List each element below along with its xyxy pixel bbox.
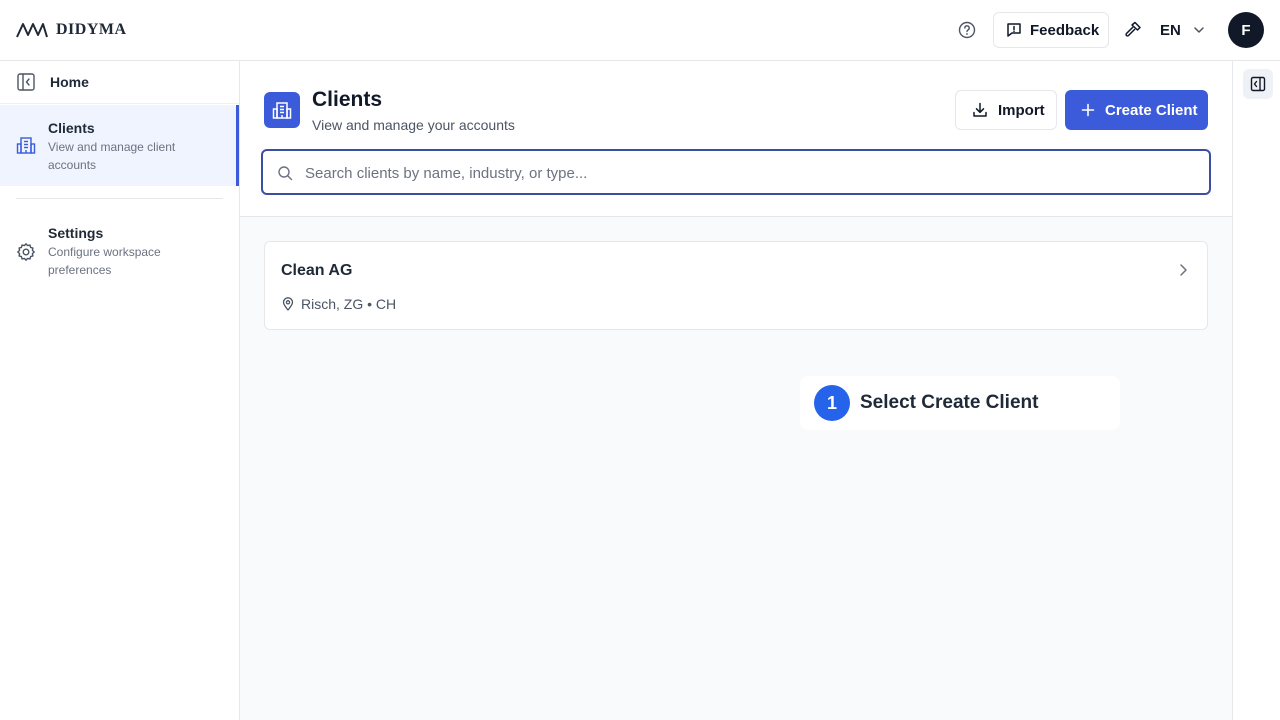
page-subtitle: View and manage your accounts [312,117,515,133]
user-avatar[interactable]: F [1228,12,1264,48]
language-selector[interactable]: EN [1160,18,1205,42]
main-content: Clients View and manage your accounts Im… [240,61,1232,720]
search-icon [278,166,293,181]
import-button[interactable]: Import [955,90,1057,130]
client-card[interactable]: Clean AG Risch, ZG • CH [264,241,1208,330]
brand-name: DIDYMA [56,21,127,38]
hammer-icon[interactable] [1124,21,1142,39]
sidebar-item-label: Clients [48,120,95,136]
search-input[interactable] [305,161,1185,185]
help-icon[interactable] [958,21,976,39]
sidebar-item-clients[interactable]: Clients View and manage client accounts [0,105,239,186]
page-title: Clients [312,88,383,111]
chevron-right-icon [1180,264,1187,276]
step-instruction: Select Create Client [860,392,1039,413]
language-code: EN [1160,21,1181,39]
didyma-logo-icon [16,23,48,38]
feedback-label: Feedback [1030,21,1100,39]
import-label: Import [998,101,1045,119]
brand-logo[interactable]: DIDYMA [16,20,127,40]
sidebar-item-label: Home [50,74,89,90]
top-bar: DIDYMA Feedback EN F [0,0,1280,61]
sidebar-item-settings[interactable]: Settings Configure workspace preferences [0,219,239,281]
sidebar-item-description: View and manage client accounts [48,140,176,172]
sidebar-item-home[interactable]: Home [0,61,239,104]
search-box [261,149,1211,195]
create-client-button[interactable]: Create Client [1065,90,1208,130]
sidebar: Home Clients View and manage client acco… [0,61,240,720]
feedback-button[interactable]: Feedback [993,12,1109,48]
right-panel-rail [1232,61,1280,720]
map-pin-icon [282,297,294,311]
step-number-badge: 1 [814,385,850,421]
chevron-down-icon [1194,27,1204,33]
panel-expand-icon [1250,76,1266,92]
sidebar-item-label: Settings [48,225,104,241]
sidebar-collapse-icon [17,73,35,91]
step-callout: 1 Select Create Client [800,376,1120,430]
plus-icon [1081,103,1095,117]
download-icon [973,102,987,117]
gear-icon [17,243,35,261]
sidebar-item-description: Configure workspace preferences [48,245,161,277]
building-icon [272,102,292,119]
page-icon [264,92,300,128]
page-header: Clients View and manage your accounts Im… [240,61,1232,217]
building-icon [16,137,36,154]
client-name: Clean AG [281,262,353,279]
client-location: Risch, ZG • CH [281,296,396,312]
sidebar-divider [16,198,223,199]
create-client-label: Create Client [1105,101,1198,119]
panel-toggle-button[interactable] [1243,69,1273,99]
message-alert-icon [1007,23,1021,37]
client-location-text: Risch, ZG • CH [301,296,397,312]
